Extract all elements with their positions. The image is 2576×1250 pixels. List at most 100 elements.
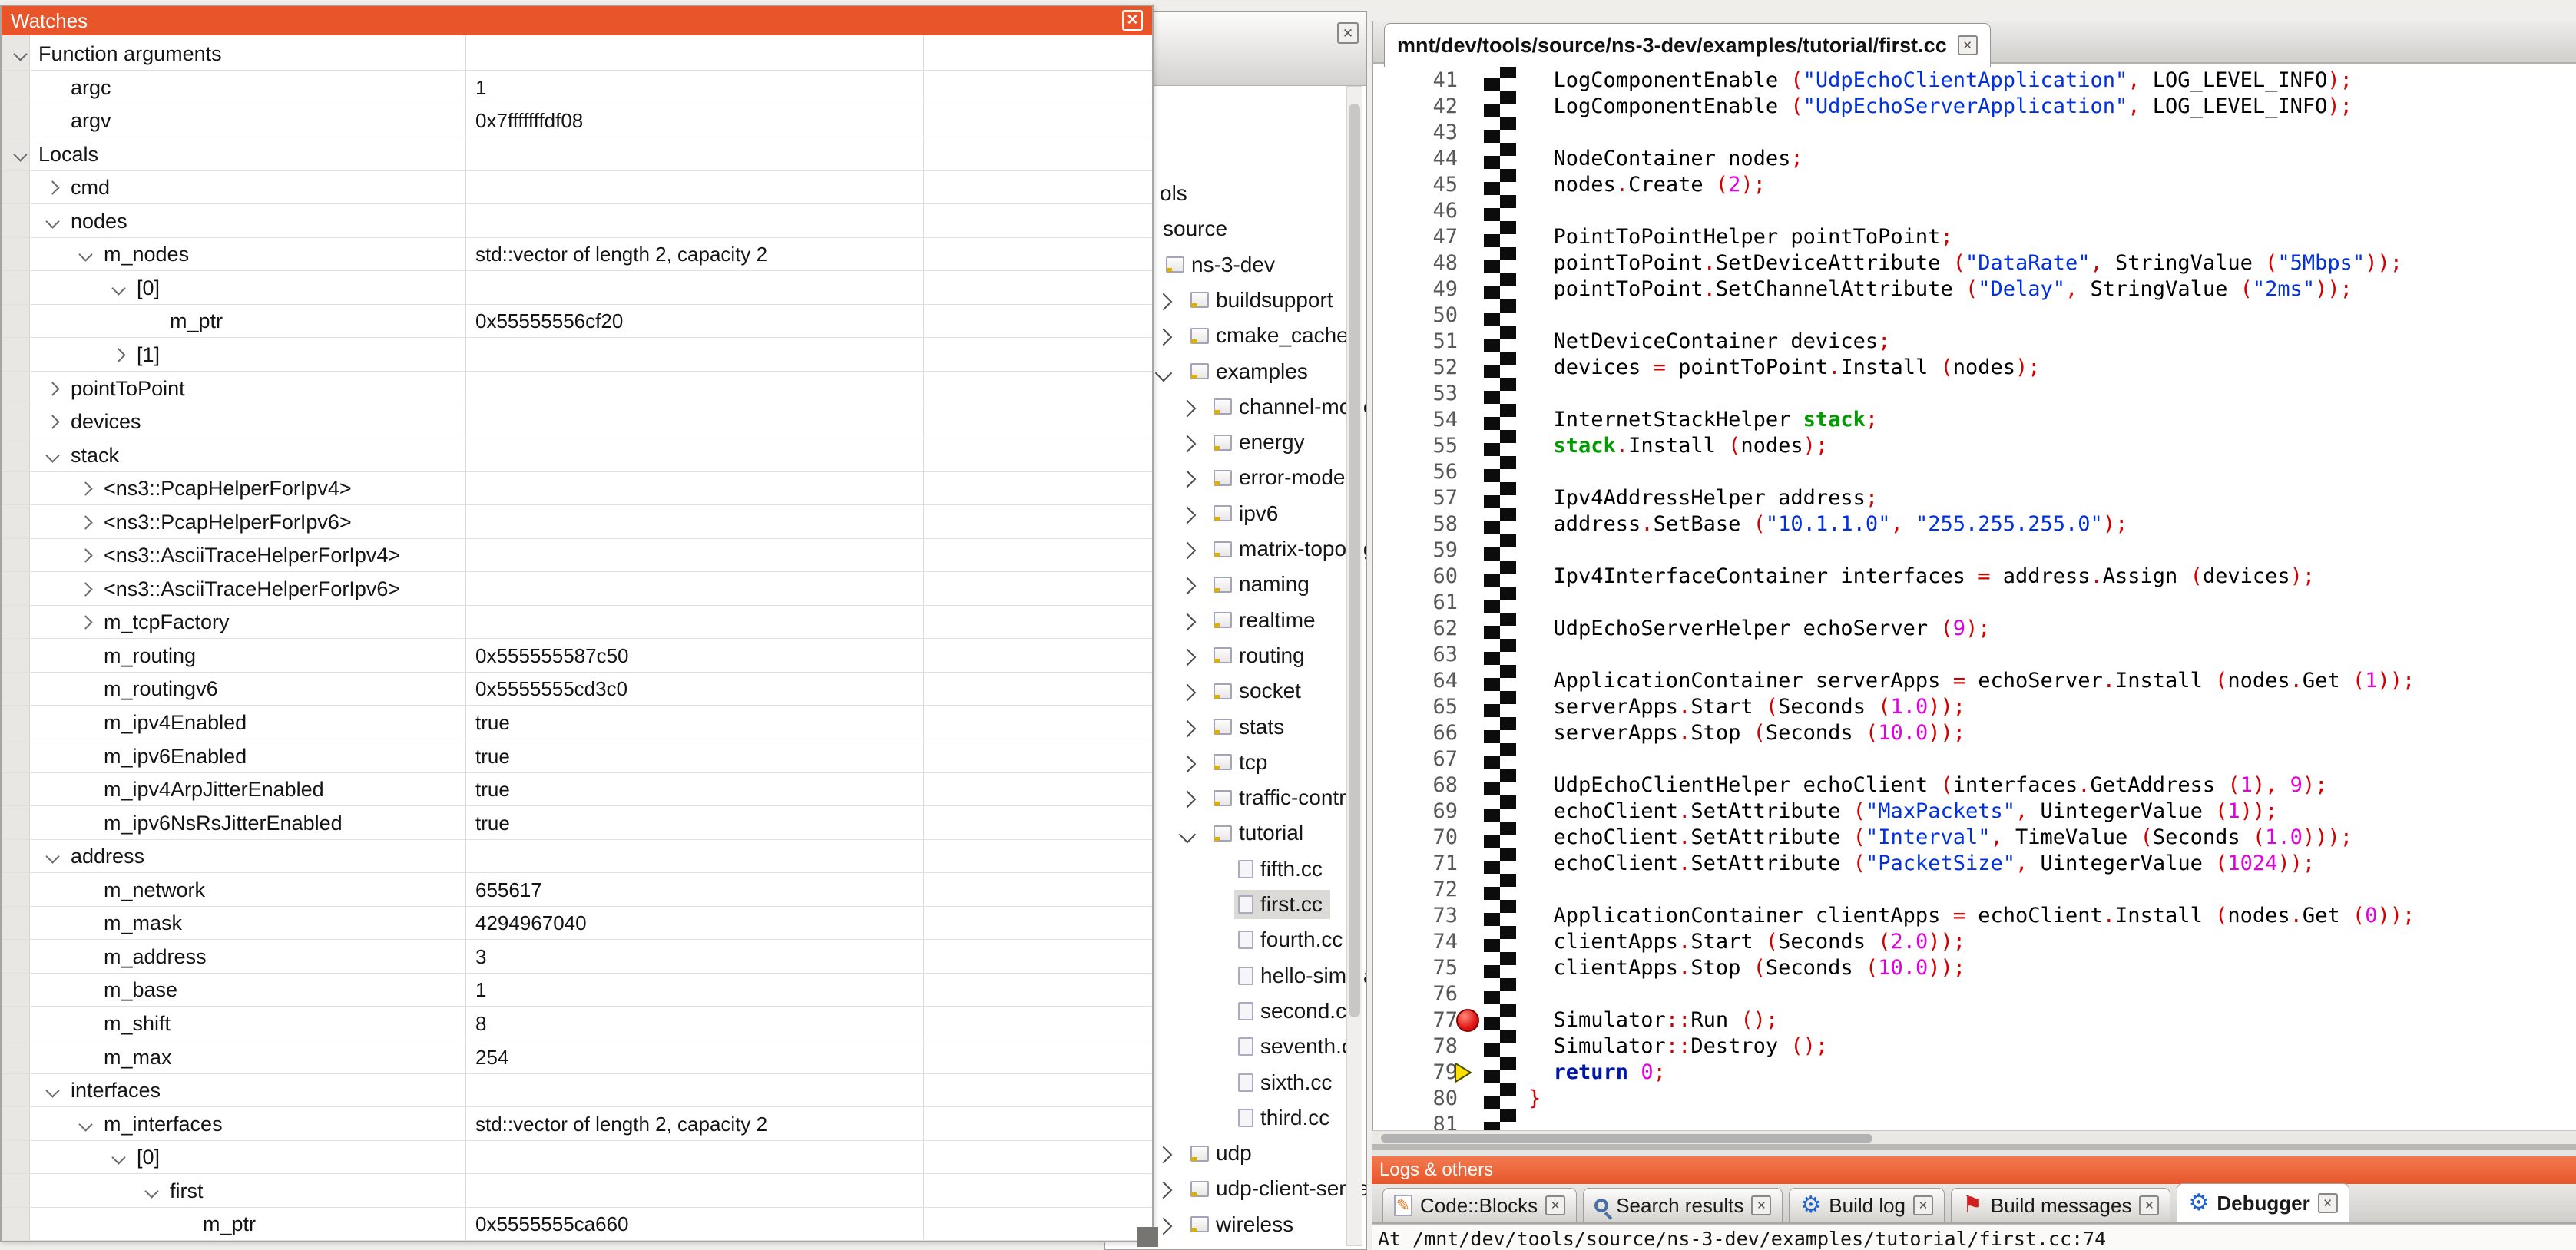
watch-row-address[interactable]: address [2, 839, 1152, 873]
watch-row-pointtopoint[interactable]: pointToPoint [2, 372, 1152, 405]
line-number[interactable]: 79 [1392, 1060, 1458, 1086]
chevron-right-icon[interactable] [1179, 684, 1197, 702]
watch-row-m-shift[interactable]: m_shift8 [2, 1007, 1152, 1040]
chevron-right-icon[interactable] [45, 382, 59, 395]
code-line-70[interactable]: echoClient.SetAttribute ("Interval", Tim… [1528, 825, 2353, 851]
line-number[interactable]: 64 [1392, 668, 1458, 694]
code-line-60[interactable]: Ipv4InterfaceContainer interfaces = addr… [1528, 564, 2315, 590]
editor-hscrollbar[interactable] [1372, 1130, 2576, 1144]
watch-row-m-routing[interactable]: m_routing0x555555587c50 [2, 639, 1152, 673]
watch-row--ns3-pcaphelperforipv6-[interactable]: <ns3::PcapHelperForIpv6> [2, 505, 1152, 539]
chevron-down-icon[interactable] [111, 1150, 125, 1164]
watch-row--ns3-asciitracehelperforipv4-[interactable]: <ns3::AsciiTraceHelperForIpv4> [2, 538, 1152, 572]
watch-row-m-base[interactable]: m_base1 [2, 973, 1152, 1007]
line-number[interactable]: 69 [1392, 799, 1458, 825]
code-line-77[interactable]: Simulator::Run (); [1528, 1007, 1778, 1033]
breakpoint-marker[interactable] [1456, 1009, 1479, 1032]
watch-row-m-routingv6[interactable]: m_routingv60x5555555cd3c0 [2, 672, 1152, 706]
watches-titlebar[interactable]: Watches ✕ [2, 6, 1152, 35]
editor-tab-first-cc[interactable]: mnt/dev/tools/source/ns-3-dev/examples/t… [1384, 23, 1991, 67]
log-tab-close-icon[interactable]: ✕ [1545, 1195, 1565, 1215]
project-pane-close-icon[interactable]: ✕ [1337, 22, 1359, 44]
chevron-right-icon[interactable] [1155, 293, 1173, 311]
line-number[interactable]: 76 [1392, 981, 1458, 1007]
code-line-52[interactable]: devices = pointToPoint.Install (nodes); [1528, 355, 2041, 381]
watch-row--0-[interactable]: [0] [2, 1140, 1152, 1174]
line-number[interactable]: 78 [1392, 1033, 1458, 1060]
logs-splitter[interactable] [1372, 1144, 2576, 1150]
watch-row-m-ipv6enabled[interactable]: m_ipv6Enabledtrue [2, 739, 1152, 773]
chevron-right-icon[interactable] [1179, 613, 1197, 630]
line-number[interactable]: 80 [1392, 1086, 1458, 1112]
code-line-80[interactable]: } [1528, 1086, 1541, 1112]
chevron-down-icon[interactable] [13, 47, 27, 61]
chevron-down-icon[interactable] [45, 448, 59, 462]
code-line-75[interactable]: clientApps.Stop (Seconds (10.0)); [1528, 955, 1965, 981]
code-line-62[interactable]: UdpEchoServerHelper echoServer (9); [1528, 616, 1990, 642]
chevron-right-icon[interactable] [1179, 506, 1197, 524]
line-number[interactable]: 57 [1392, 485, 1458, 511]
chevron-right-icon[interactable] [1155, 1182, 1173, 1199]
line-number[interactable]: 63 [1392, 642, 1458, 668]
line-number[interactable]: 67 [1392, 746, 1458, 772]
line-number[interactable]: 68 [1392, 772, 1458, 799]
watch-row-m-address[interactable]: m_address3 [2, 940, 1152, 974]
chevron-right-icon[interactable] [1155, 1146, 1173, 1164]
line-number[interactable]: 70 [1392, 825, 1458, 851]
chevron-right-icon[interactable] [78, 582, 92, 596]
line-number[interactable]: 75 [1392, 955, 1458, 981]
code-line-74[interactable]: clientApps.Start (Seconds (2.0)); [1528, 929, 1965, 955]
line-number[interactable]: 49 [1392, 276, 1458, 303]
code-line-45[interactable]: nodes.Create (2); [1528, 172, 1766, 198]
editor-tab-close-icon[interactable]: ✕ [1958, 35, 1978, 55]
line-number[interactable]: 62 [1392, 616, 1458, 642]
line-number[interactable]: 46 [1392, 198, 1458, 224]
watch-row-nodes[interactable]: nodes [2, 204, 1152, 238]
line-number[interactable]: 65 [1392, 694, 1458, 720]
chevron-down-icon[interactable] [13, 147, 27, 161]
code-line-65[interactable]: serverApps.Start (Seconds (1.0)); [1528, 694, 1965, 720]
code-line-44[interactable]: NodeContainer nodes; [1528, 146, 1803, 172]
line-number[interactable]: 47 [1392, 224, 1458, 250]
line-number[interactable]: 44 [1392, 146, 1458, 172]
chevron-right-icon[interactable] [1179, 791, 1197, 809]
watch-row-m-interfaces[interactable]: m_interfacesstd::vector of length 2, cap… [2, 1107, 1152, 1141]
log-tab-close-icon[interactable]: ✕ [1913, 1195, 1933, 1215]
line-number[interactable]: 66 [1392, 720, 1458, 746]
chevron-down-icon[interactable] [1155, 364, 1173, 382]
code-line-79[interactable]: return 0; [1528, 1060, 1666, 1086]
line-number[interactable]: 71 [1392, 851, 1458, 877]
line-number[interactable]: 48 [1392, 250, 1458, 276]
watches-close-icon[interactable]: ✕ [1122, 10, 1143, 31]
chevron-right-icon[interactable] [1179, 719, 1197, 737]
watch-row-m-mask[interactable]: m_mask4294967040 [2, 906, 1152, 940]
watch-row-cmd[interactable]: cmd [2, 170, 1152, 204]
log-tab-code-blocks[interactable]: ✎Code::Blocks✕ [1382, 1188, 1577, 1222]
chevron-down-icon[interactable] [45, 214, 59, 228]
line-number[interactable]: 61 [1392, 590, 1458, 616]
chevron-right-icon[interactable] [111, 348, 125, 362]
chevron-right-icon[interactable] [78, 481, 92, 495]
line-number[interactable]: 54 [1392, 407, 1458, 433]
code-line-57[interactable]: Ipv4AddressHelper address; [1528, 485, 1878, 511]
line-number[interactable]: 41 [1392, 68, 1458, 94]
watch-row-m-ipv4enabled[interactable]: m_ipv4Enabledtrue [2, 706, 1152, 739]
tree-scrollbar-thumb[interactable] [1349, 104, 1360, 1017]
code-line-78[interactable]: Simulator::Destroy (); [1528, 1033, 1828, 1060]
code-line-47[interactable]: PointToPointHelper pointToPoint; [1528, 224, 1953, 250]
chevron-down-icon[interactable] [144, 1184, 158, 1198]
code-line-64[interactable]: ApplicationContainer serverApps = echoSe… [1528, 668, 2415, 694]
watch-row-locals[interactable]: Locals [2, 137, 1152, 171]
watch-row--ns3-pcaphelperforipv4-[interactable]: <ns3::PcapHelperForIpv4> [2, 471, 1152, 505]
watch-row-m-ptr[interactable]: m_ptr0x55555556cf20 [2, 304, 1152, 338]
chevron-down-icon[interactable] [1179, 826, 1197, 844]
watch-row--ns3-asciitracehelperforipv6-[interactable]: <ns3::AsciiTraceHelperForIpv6> [2, 572, 1152, 606]
watch-row-m-network[interactable]: m_network655617 [2, 873, 1152, 907]
code-line-71[interactable]: echoClient.SetAttribute ("PacketSize", U… [1528, 851, 2315, 877]
chevron-right-icon[interactable] [1179, 577, 1197, 595]
code-line-54[interactable]: InternetStackHelper stack; [1528, 407, 1878, 433]
line-number[interactable]: 43 [1392, 120, 1458, 146]
log-tab-build-messages[interactable]: ⚑Build messages✕ [1951, 1188, 2170, 1222]
code-line-41[interactable]: LogComponentEnable ("UdpEchoClientApplic… [1528, 68, 2353, 94]
code-line-42[interactable]: LogComponentEnable ("UdpEchoServerApplic… [1528, 94, 2353, 120]
